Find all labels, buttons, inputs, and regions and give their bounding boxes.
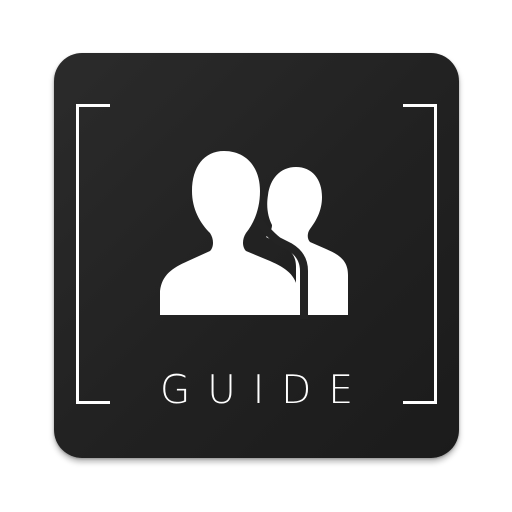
left-bracket-frame	[76, 104, 110, 404]
app-icon[interactable]: GUIDE	[54, 53, 459, 458]
users-icon	[160, 151, 348, 319]
canvas: GUIDE	[0, 0, 512, 512]
right-bracket-frame	[403, 104, 437, 404]
app-label: GUIDE	[160, 368, 370, 413]
